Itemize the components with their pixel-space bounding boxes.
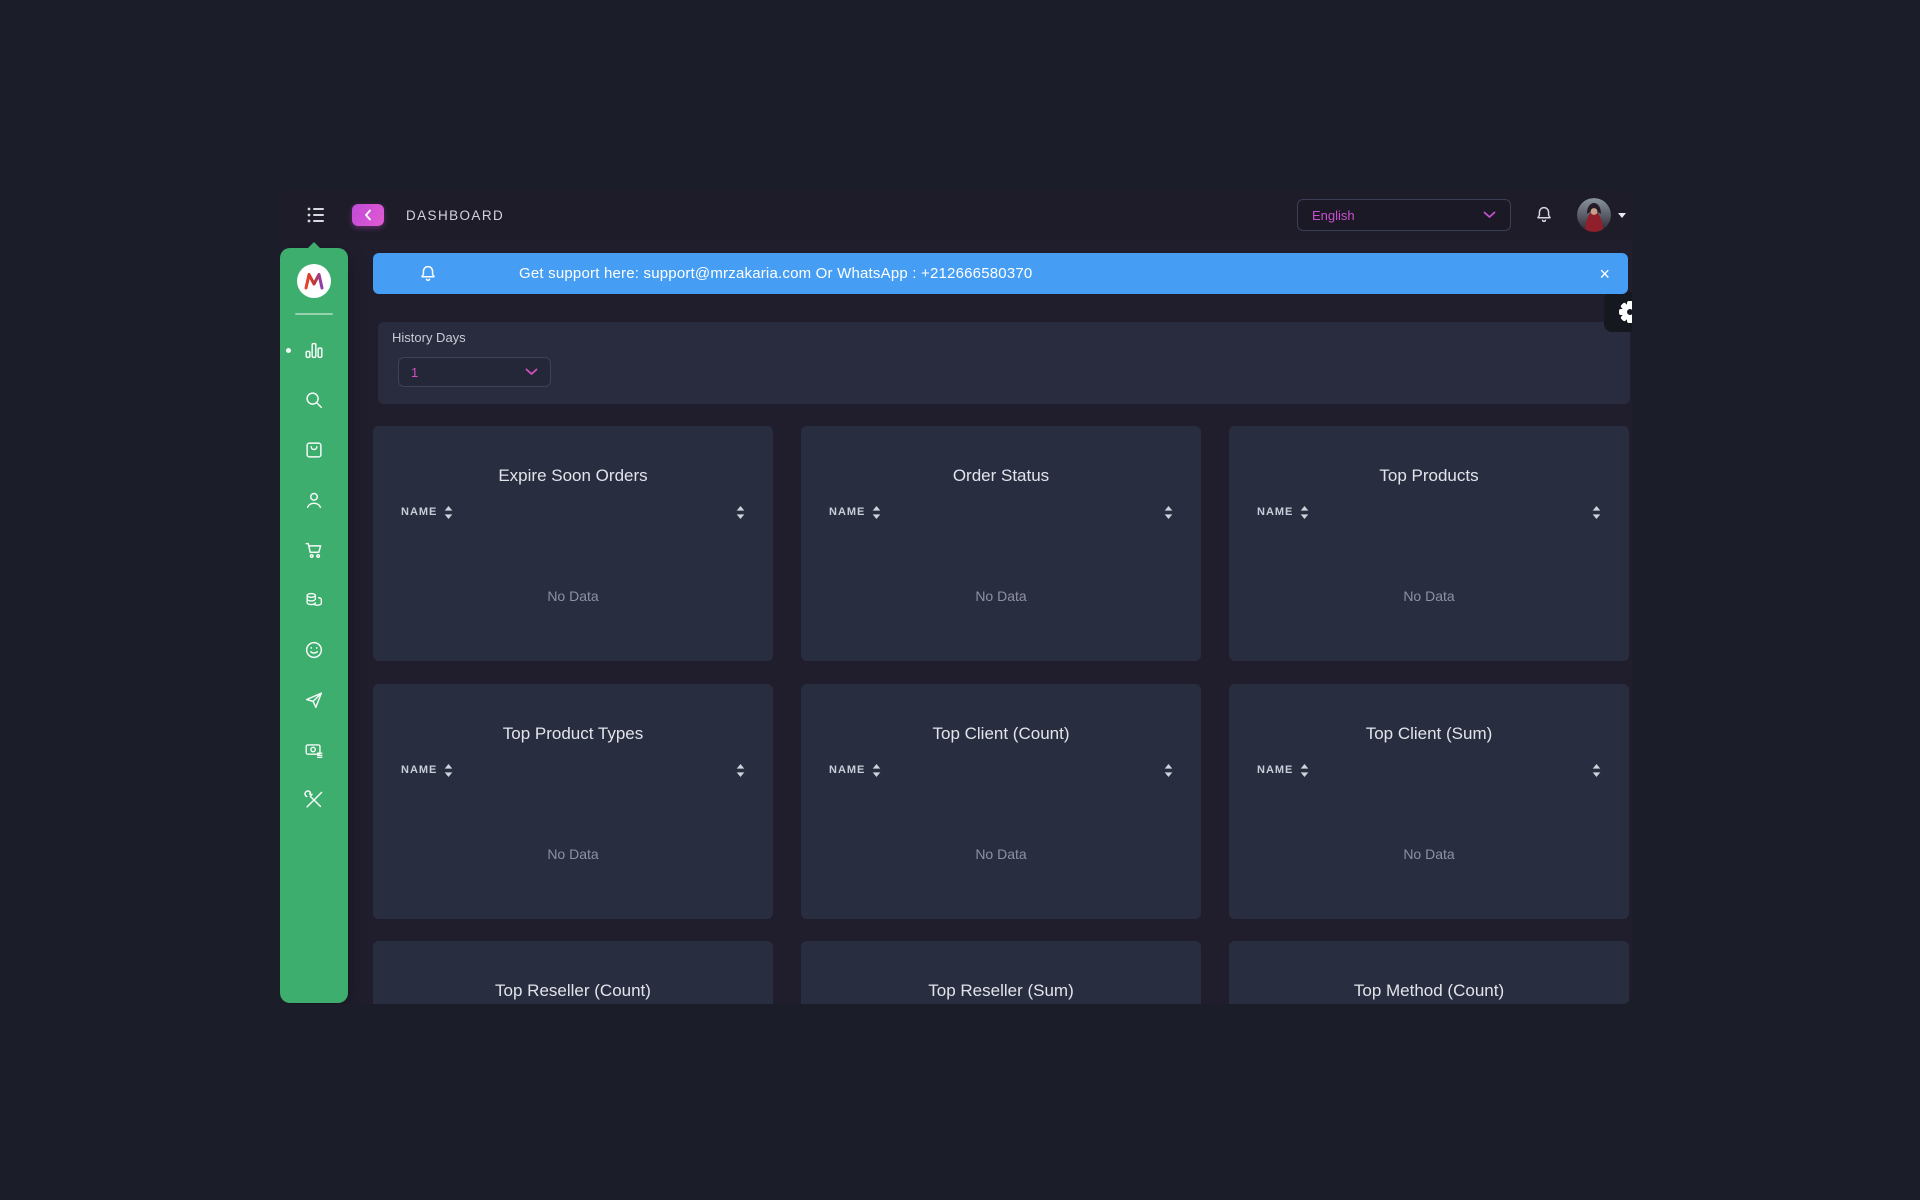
table-header: NAME <box>373 503 773 521</box>
empty-state: No Data <box>801 588 1201 604</box>
card-top-client-sum: Top Client (Sum) NAME No Data <box>1229 684 1629 919</box>
filter-panel: History Days 1 <box>378 322 1630 404</box>
column-name[interactable]: NAME <box>401 764 453 777</box>
card-top-reseller-count: Top Reseller (Count) <box>373 941 773 1004</box>
page-title: DASHBOARD <box>406 208 504 223</box>
cart-icon <box>303 539 325 561</box>
card-title: Top Client (Sum) <box>1229 724 1629 744</box>
sort-icon[interactable] <box>1164 764 1173 777</box>
card-title: Order Status <box>801 466 1201 486</box>
sort-icon <box>872 506 881 519</box>
sidebar-item-orders[interactable] <box>303 439 325 461</box>
table-header: NAME <box>801 503 1201 521</box>
table-header: NAME <box>1229 503 1629 521</box>
card-order-status: Order Status NAME No Data <box>801 426 1201 661</box>
column-name[interactable]: NAME <box>829 764 881 777</box>
active-indicator-dot <box>286 348 291 353</box>
back-chevron-icon <box>363 209 373 221</box>
sidebar-item-balance[interactable] <box>303 589 325 611</box>
empty-state: No Data <box>1229 588 1629 604</box>
notification-bell-icon[interactable] <box>1533 204 1555 226</box>
language-select[interactable]: English <box>1297 199 1511 231</box>
card-title: Expire Soon Orders <box>373 466 773 486</box>
empty-state: No Data <box>1229 846 1629 862</box>
card-top-product-types: Top Product Types NAME No Data <box>373 684 773 919</box>
empty-state: No Data <box>373 588 773 604</box>
sidebar-item-clients[interactable] <box>303 639 325 661</box>
card-title: Top Method (Count) <box>1229 981 1629 1001</box>
history-days-label: History Days <box>392 330 466 345</box>
tools-icon <box>303 789 325 811</box>
sidebar <box>280 248 348 1003</box>
settings-button[interactable] <box>1604 292 1632 332</box>
sort-icon[interactable] <box>1592 506 1601 519</box>
sort-icon <box>872 764 881 777</box>
gear-icon <box>1619 301 1632 323</box>
card-expire-soon-orders: Expire Soon Orders NAME No Data <box>373 426 773 661</box>
user-menu[interactable] <box>1577 198 1626 232</box>
history-days-select[interactable]: 1 <box>398 357 551 387</box>
card-top-method-count: Top Method (Count) <box>1229 941 1629 1004</box>
main-content: Get support here: support@mrzakaria.com … <box>280 240 1632 1004</box>
card-title: Top Client (Count) <box>801 724 1201 744</box>
bar-chart-icon <box>303 339 325 361</box>
column-name[interactable]: NAME <box>1257 764 1309 777</box>
user-icon <box>303 489 325 511</box>
table-header: NAME <box>1229 761 1629 779</box>
empty-state: No Data <box>373 846 773 862</box>
paper-plane-icon <box>303 689 325 711</box>
table-header: NAME <box>373 761 773 779</box>
sidebar-item-cart[interactable] <box>303 539 325 561</box>
table-header: NAME <box>801 761 1201 779</box>
sort-icon <box>1300 764 1309 777</box>
menu-list-icon[interactable] <box>306 205 326 225</box>
chevron-down-icon <box>525 368 538 376</box>
card-title: Top Product Types <box>373 724 773 744</box>
topbar: DASHBOARD English <box>280 190 1632 240</box>
sort-icon <box>444 506 453 519</box>
bell-icon <box>417 263 439 285</box>
sidebar-item-payments[interactable] <box>303 739 325 761</box>
column-name[interactable]: NAME <box>401 506 453 519</box>
card-top-client-count: Top Client (Count) NAME No Data <box>801 684 1201 919</box>
sidebar-item-tools[interactable] <box>303 789 325 811</box>
sidebar-item-search[interactable] <box>303 389 325 411</box>
shopping-bag-icon <box>303 439 325 461</box>
column-name[interactable]: NAME <box>1257 506 1309 519</box>
support-banner: Get support here: support@mrzakaria.com … <box>373 253 1628 294</box>
avatar <box>1577 198 1611 232</box>
sort-icon[interactable] <box>736 764 745 777</box>
language-select-value: English <box>1312 208 1355 223</box>
payment-icon <box>303 739 325 761</box>
sort-icon[interactable] <box>736 506 745 519</box>
sidebar-item-send[interactable] <box>303 689 325 711</box>
empty-state: No Data <box>801 846 1201 862</box>
card-top-products: Top Products NAME No Data <box>1229 426 1629 661</box>
history-days-value: 1 <box>411 365 418 380</box>
search-icon <box>303 389 325 411</box>
sort-icon[interactable] <box>1592 764 1601 777</box>
back-button[interactable] <box>352 204 384 226</box>
sidebar-item-users[interactable] <box>303 489 325 511</box>
sort-icon <box>444 764 453 777</box>
column-name[interactable]: NAME <box>829 506 881 519</box>
sidebar-divider <box>295 313 333 315</box>
app-logo[interactable] <box>297 264 331 298</box>
sort-icon[interactable] <box>1164 506 1173 519</box>
sidebar-item-dashboard[interactable] <box>303 339 325 361</box>
chevron-down-icon <box>1483 211 1496 219</box>
caret-down-icon <box>1618 213 1626 218</box>
smiley-icon <box>303 639 325 661</box>
card-title: Top Reseller (Sum) <box>801 981 1201 1001</box>
support-banner-text: Get support here: support@mrzakaria.com … <box>519 265 1032 282</box>
sort-icon <box>1300 506 1309 519</box>
card-title: Top Reseller (Count) <box>373 981 773 1001</box>
close-icon[interactable]: × <box>1599 265 1610 283</box>
sidebar-nav <box>303 339 325 811</box>
coins-icon <box>303 589 325 611</box>
card-title: Top Products <box>1229 466 1629 486</box>
card-top-reseller-sum: Top Reseller (Sum) <box>801 941 1201 1004</box>
